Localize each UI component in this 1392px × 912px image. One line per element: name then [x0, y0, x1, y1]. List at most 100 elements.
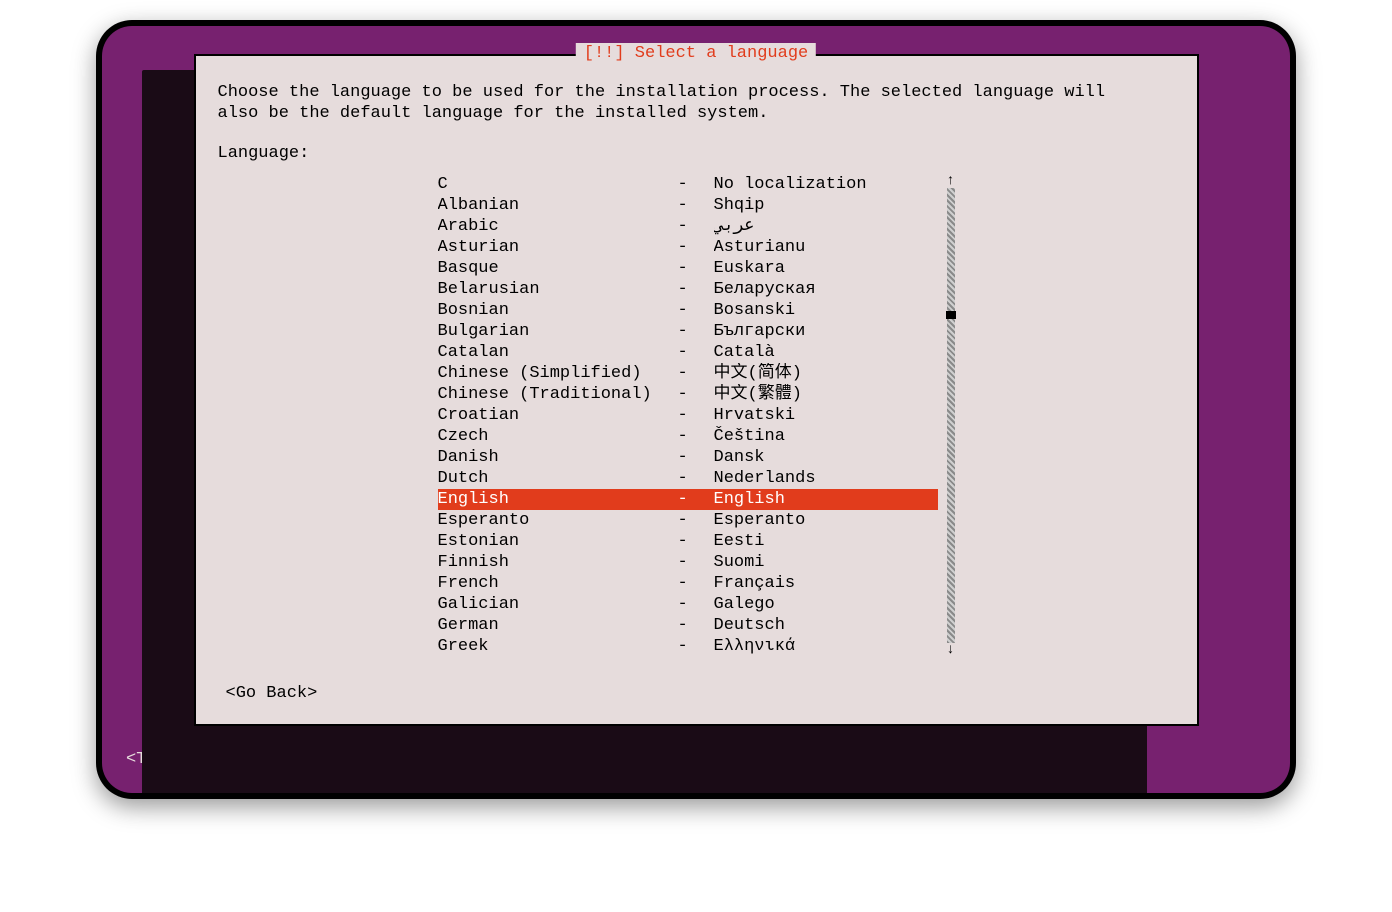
language-native-name: Eesti — [714, 531, 938, 552]
language-english-name: Albanian — [438, 195, 678, 216]
language-native-name: Български — [714, 321, 938, 342]
language-native-name: Bosanski — [714, 300, 938, 321]
language-english-name: C — [438, 174, 678, 195]
dash-separator: - — [678, 195, 714, 216]
window-frame: [!!] Select a language Choose the langua… — [96, 20, 1296, 799]
language-english-name: French — [438, 573, 678, 594]
language-english-name: Finnish — [438, 552, 678, 573]
dash-separator: - — [678, 489, 714, 510]
language-english-name: Chinese (Traditional) — [438, 384, 678, 405]
language-row[interactable]: French- Français — [438, 573, 938, 594]
language-english-name: Catalan — [438, 342, 678, 363]
language-row[interactable]: Albanian- Shqip — [438, 195, 938, 216]
language-list[interactable]: C- No localizationAlbanian- ShqipArabic-… — [438, 174, 938, 657]
dash-separator: - — [678, 594, 714, 615]
language-row[interactable]: Arabic- عربي — [438, 216, 938, 237]
language-native-name: English — [714, 489, 938, 510]
language-english-name: Arabic — [438, 216, 678, 237]
scrollbar-thumb[interactable] — [946, 311, 956, 319]
language-list-area: C- No localizationAlbanian- ShqipArabic-… — [438, 174, 958, 657]
language-native-name: Suomi — [714, 552, 938, 573]
language-english-name: Esperanto — [438, 510, 678, 531]
dash-separator: - — [678, 342, 714, 363]
dash-separator: - — [678, 321, 714, 342]
language-native-name: Français — [714, 573, 938, 594]
language-row[interactable]: Dutch- Nederlands — [438, 468, 938, 489]
dash-separator: - — [678, 636, 714, 657]
dash-separator: - — [678, 615, 714, 636]
scroll-up-icon[interactable]: ↑ — [946, 174, 954, 188]
dash-separator: - — [678, 468, 714, 489]
language-english-name: Asturian — [438, 237, 678, 258]
language-native-name: Esperanto — [714, 510, 938, 531]
language-english-name: Estonian — [438, 531, 678, 552]
language-row[interactable]: Galician- Galego — [438, 594, 938, 615]
language-row[interactable]: Belarusian- Беларуская — [438, 279, 938, 300]
go-back-button[interactable]: <Go Back> — [226, 683, 318, 704]
language-row[interactable]: Estonian- Eesti — [438, 531, 938, 552]
scrollbar-track[interactable] — [947, 188, 955, 643]
dash-separator: - — [678, 279, 714, 300]
language-native-name: Беларуская — [714, 279, 938, 300]
language-row[interactable]: Danish- Dansk — [438, 447, 938, 468]
language-native-name: Asturianu — [714, 237, 938, 258]
language-row[interactable]: Chinese (Traditional)- 中文(繁體) — [438, 384, 938, 405]
scroll-down-icon[interactable]: ↓ — [946, 643, 954, 657]
language-row[interactable]: C- No localization — [438, 174, 938, 195]
language-row[interactable]: Czech- Čeština — [438, 426, 938, 447]
dash-separator: - — [678, 174, 714, 195]
language-row[interactable]: Greek- Ελληνικά — [438, 636, 938, 657]
dash-separator: - — [678, 405, 714, 426]
language-row[interactable]: Croatian- Hrvatski — [438, 405, 938, 426]
language-english-name: Greek — [438, 636, 678, 657]
console-background: [!!] Select a language Choose the langua… — [102, 26, 1290, 793]
language-native-name: Ελληνικά — [714, 636, 938, 657]
language-native-name: Deutsch — [714, 615, 938, 636]
dash-separator: - — [678, 363, 714, 384]
dash-separator: - — [678, 447, 714, 468]
language-english-name: English — [438, 489, 678, 510]
language-english-name: Croatian — [438, 405, 678, 426]
language-row[interactable]: English- English — [438, 489, 938, 510]
language-english-name: Danish — [438, 447, 678, 468]
language-row[interactable]: German- Deutsch — [438, 615, 938, 636]
language-native-name: Shqip — [714, 195, 938, 216]
language-row[interactable]: Chinese (Simplified)- 中文(简体) — [438, 363, 938, 384]
scrollbar[interactable]: ↑ ↓ — [944, 174, 958, 657]
dash-separator: - — [678, 573, 714, 594]
dash-separator: - — [678, 426, 714, 447]
language-native-name: Euskara — [714, 258, 938, 279]
language-english-name: Chinese (Simplified) — [438, 363, 678, 384]
language-native-name: 中文(繁體) — [714, 384, 938, 405]
language-row[interactable]: Catalan- Català — [438, 342, 938, 363]
language-english-name: Galician — [438, 594, 678, 615]
dash-separator: - — [678, 531, 714, 552]
language-native-name: Hrvatski — [714, 405, 938, 426]
language-row[interactable]: Bulgarian- Български — [438, 321, 938, 342]
language-native-name: No localization — [714, 174, 938, 195]
dash-separator: - — [678, 384, 714, 405]
dialog-title: [!!] Select a language — [576, 43, 816, 64]
language-row[interactable]: Finnish- Suomi — [438, 552, 938, 573]
language-english-name: Belarusian — [438, 279, 678, 300]
dash-separator: - — [678, 552, 714, 573]
dash-separator: - — [678, 510, 714, 531]
language-english-name: Bosnian — [438, 300, 678, 321]
dash-separator: - — [678, 258, 714, 279]
language-row[interactable]: Asturian- Asturianu — [438, 237, 938, 258]
language-english-name: Bulgarian — [438, 321, 678, 342]
language-english-name: Basque — [438, 258, 678, 279]
dash-separator: - — [678, 300, 714, 321]
language-native-name: Galego — [714, 594, 938, 615]
dash-separator: - — [678, 237, 714, 258]
language-native-name: عربي — [714, 216, 938, 237]
language-english-name: Czech — [438, 426, 678, 447]
language-row[interactable]: Esperanto- Esperanto — [438, 510, 938, 531]
language-native-name: Dansk — [714, 447, 938, 468]
language-row[interactable]: Basque- Euskara — [438, 258, 938, 279]
language-dialog: [!!] Select a language Choose the langua… — [194, 54, 1199, 726]
dialog-description: Choose the language to be used for the i… — [218, 82, 1175, 125]
language-native-name: Nederlands — [714, 468, 938, 489]
language-row[interactable]: Bosnian- Bosanski — [438, 300, 938, 321]
language-english-name: German — [438, 615, 678, 636]
